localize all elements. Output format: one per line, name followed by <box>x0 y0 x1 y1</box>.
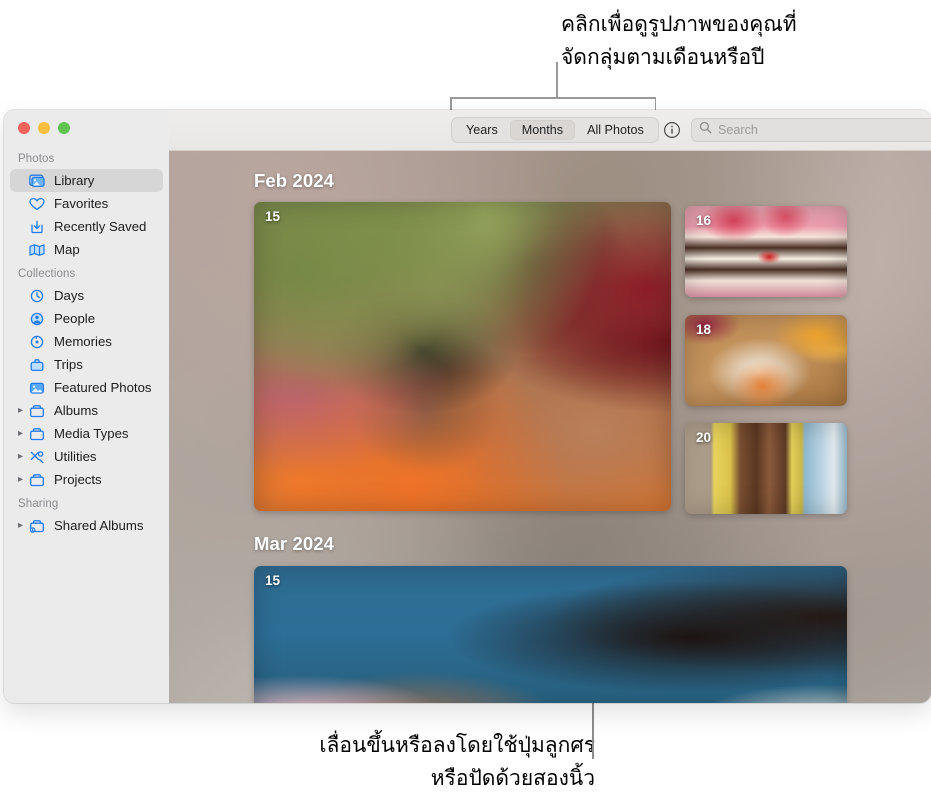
sidebar-item-projects[interactable]: ▸ Projects <box>10 468 163 491</box>
sidebar-group-label-sharing: Sharing <box>18 498 59 510</box>
top-callout-bracket-horizontal <box>450 97 656 99</box>
album-icon <box>29 404 48 418</box>
photo-card-thumb-18[interactable]: 18 <box>685 315 847 406</box>
close-button[interactable] <box>18 122 30 134</box>
chevron-right-icon[interactable]: ▸ <box>18 428 29 439</box>
sidebar-item-label: Memories <box>54 334 112 349</box>
chevron-right-icon[interactable]: ▸ <box>18 474 29 485</box>
tab-months[interactable]: Months <box>509 120 576 140</box>
top-callout-bracket-right-tick <box>654 97 656 111</box>
chevron-right-icon[interactable]: ▸ <box>18 520 29 531</box>
sidebar-group-label-photos: Photos <box>18 153 55 165</box>
window-controls <box>4 110 169 134</box>
photo-day-badge: 18 <box>696 322 712 337</box>
album-icon <box>29 473 48 487</box>
sidebar-item-label: Map <box>54 242 80 257</box>
sidebar-item-map[interactable]: Map <box>10 238 163 261</box>
chevron-right-icon[interactable]: ▸ <box>18 405 29 416</box>
photo-card-thumb-20[interactable]: 20 <box>685 423 847 514</box>
sidebar-item-trips[interactable]: Trips <box>10 353 163 376</box>
featured-photos-icon <box>29 381 48 395</box>
minimize-button[interactable] <box>38 122 50 134</box>
sidebar: Photos Library Favorites Recently Saved … <box>4 110 169 703</box>
photo-grid[interactable]: Feb 2024 15 16 18 20 Mar 2024 15 <box>169 151 931 703</box>
sidebar-item-label: Recently Saved <box>54 219 147 234</box>
sidebar-item-label: Days <box>54 288 85 303</box>
top-callout-text: คลิกเพื่อดูรูปภาพของคุณที่ จัดกลุ่มตามเด… <box>561 12 797 69</box>
photo-card-hero-feb[interactable]: 15 <box>254 202 671 511</box>
info-button[interactable] <box>663 121 681 139</box>
shared-album-icon <box>29 519 48 533</box>
chevron-right-icon[interactable]: ▸ <box>18 451 29 462</box>
sidebar-item-memories[interactable]: Memories <box>10 330 163 353</box>
sidebar-item-days[interactable]: Days <box>10 284 163 307</box>
search-input[interactable]: Search <box>691 118 931 142</box>
content-area: Years Months All Photos Search Feb 2024 … <box>169 110 931 703</box>
person-icon <box>29 312 48 326</box>
library-icon <box>29 174 48 188</box>
heart-icon <box>29 197 48 211</box>
map-icon <box>29 243 48 257</box>
search-icon <box>699 121 712 139</box>
photo-vignette <box>254 566 847 703</box>
top-callout-bracket-left-tick <box>450 97 452 111</box>
sidebar-item-shared-albums[interactable]: ▸ Shared Albums <box>10 514 163 537</box>
sidebar-item-library[interactable]: Library <box>10 169 163 192</box>
photo-card-hero-mar[interactable]: 15 <box>254 566 847 703</box>
sidebar-item-media-types[interactable]: ▸ Media Types <box>10 422 163 445</box>
section-header-feb-2024: Feb 2024 <box>254 170 334 191</box>
toolbar: Years Months All Photos Search <box>169 110 931 151</box>
sidebar-group-label-collections: Collections <box>18 268 76 280</box>
clock-icon <box>29 289 48 303</box>
view-mode-segmented-control[interactable]: Years Months All Photos <box>451 117 659 143</box>
sidebar-list: Photos Library Favorites Recently Saved … <box>4 134 169 537</box>
search-placeholder: Search <box>718 123 758 137</box>
photo-day-badge: 16 <box>696 213 712 228</box>
photo-card-thumb-16[interactable]: 16 <box>685 206 847 297</box>
photos-app-window: Photos Library Favorites Recently Saved … <box>4 110 931 703</box>
sidebar-item-label: Utilities <box>54 449 97 464</box>
section-header-mar-2024: Mar 2024 <box>254 533 334 554</box>
photo-day-badge: 20 <box>696 430 712 445</box>
sidebar-item-label: Shared Albums <box>54 518 144 533</box>
album-icon <box>29 427 48 441</box>
memories-icon <box>29 335 48 349</box>
sidebar-item-label: Library <box>54 173 95 188</box>
sidebar-item-label: Trips <box>54 357 83 372</box>
utilities-icon <box>29 450 48 464</box>
trips-icon <box>29 358 48 372</box>
bottom-callout-text: เลื่อนขึ้นหรือลงโดยใช้ปุ่มลูกศร หรือปัดด… <box>319 733 595 790</box>
sidebar-item-label: Featured Photos <box>54 380 152 395</box>
photo-day-badge: 15 <box>265 573 281 588</box>
photo-vignette <box>254 202 671 511</box>
sidebar-item-featured-photos[interactable]: Featured Photos <box>10 376 163 399</box>
sidebar-item-label: Albums <box>54 403 98 418</box>
top-callout-leader-line <box>556 62 558 98</box>
sidebar-item-favorites[interactable]: Favorites <box>10 192 163 215</box>
tab-years[interactable]: Years <box>454 120 510 140</box>
sidebar-item-people[interactable]: People <box>10 307 163 330</box>
sidebar-item-label: Favorites <box>54 196 109 211</box>
sidebar-item-recently-saved[interactable]: Recently Saved <box>10 215 163 238</box>
tab-all-photos[interactable]: All Photos <box>575 120 656 140</box>
screenshot-root: คลิกเพื่อดูรูปภาพของคุณที่ จัดกลุ่มตามเด… <box>0 0 931 801</box>
sidebar-item-label: Projects <box>54 472 102 487</box>
sidebar-item-label: People <box>54 311 96 326</box>
recently-saved-icon <box>29 220 48 234</box>
sidebar-item-utilities[interactable]: ▸ Utilities <box>10 445 163 468</box>
sidebar-item-label: Media Types <box>54 426 129 441</box>
zoom-button[interactable] <box>58 122 70 134</box>
sidebar-item-albums[interactable]: ▸ Albums <box>10 399 163 422</box>
photo-day-badge: 15 <box>265 209 281 224</box>
